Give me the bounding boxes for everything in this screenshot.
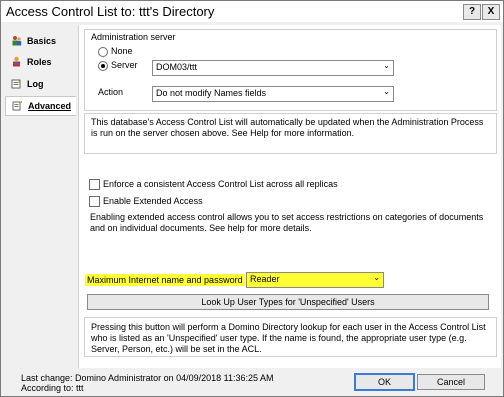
title-bar: Access Control List to: ttt's Directory … [1, 1, 503, 22]
log-icon [11, 79, 21, 89]
tab-roles-label: Roles [27, 57, 52, 67]
internet-access-label: Maximum Internet name and password [85, 274, 245, 286]
advanced-icon [12, 101, 22, 111]
action-select[interactable]: Do not modify Names fields ⌄ [152, 86, 394, 102]
tab-roles[interactable]: Roles [5, 53, 74, 71]
tab-advanced[interactable]: Advanced [5, 96, 76, 116]
footer: Last change: Domino Administrator on 04/… [1, 369, 503, 396]
tab-advanced-label: Advanced [28, 101, 72, 111]
chevron-down-icon: ⌄ [383, 87, 390, 96]
extended-info-text: Enabling extended access control allows … [90, 212, 484, 233]
internet-access-select[interactable]: Reader ⌄ [246, 272, 384, 288]
close-button[interactable]: X [482, 4, 500, 20]
chevron-down-icon: ⌄ [373, 273, 380, 282]
info-text: This database's Access Control List will… [91, 117, 484, 138]
last-change-text: Last change: Domino Administrator on 04/… [21, 373, 274, 383]
radio-server[interactable] [98, 61, 108, 71]
tab-log[interactable]: Log [5, 75, 74, 93]
lookup-info-box: Pressing this button will perform a Domi… [84, 317, 497, 357]
window-title: Access Control List to: ttt's Directory [6, 4, 215, 19]
tab-basics[interactable]: Basics [5, 32, 74, 50]
according-to-text: According to: ttt [21, 383, 84, 393]
sidebar: Basics Roles Log Advanced [3, 29, 77, 369]
action-select-value: Do not modify Names fields [156, 88, 267, 98]
action-label: Action [98, 87, 124, 97]
enforce-label: Enforce a consistent Access Control List… [103, 179, 338, 189]
radio-none[interactable] [98, 47, 108, 57]
tab-log-label: Log [27, 79, 44, 89]
radio-none-label: None [111, 46, 133, 56]
admin-server-group: Administration server None Server DOM03/… [84, 29, 497, 111]
server-select-value: DOM03/ttt [156, 62, 198, 72]
info-box: This database's Access Control List will… [84, 113, 497, 154]
extended-info: Enabling extended access control allows … [84, 208, 495, 234]
advanced-panel: Administration server None Server DOM03/… [78, 25, 501, 368]
extended-access-checkbox[interactable] [89, 196, 100, 207]
lookup-info-text: Pressing this button will perform a Domi… [91, 322, 486, 354]
help-button[interactable]: ? [463, 4, 481, 20]
lookup-user-types-button[interactable]: Look Up User Types for 'Unspecified' Use… [87, 294, 489, 310]
ok-button[interactable]: OK [354, 373, 415, 391]
cancel-button[interactable]: Cancel [417, 374, 485, 390]
tab-basics-label: Basics [27, 36, 57, 46]
enforce-checkbox[interactable] [89, 179, 100, 190]
roles-icon [13, 56, 20, 67]
extended-access-label: Enable Extended Access [103, 196, 203, 206]
chevron-down-icon: ⌄ [383, 61, 390, 70]
internet-access-value: Reader [250, 274, 280, 284]
people-icon [12, 36, 22, 46]
server-select[interactable]: DOM03/ttt ⌄ [152, 60, 394, 76]
admin-server-group-label: Administration server [91, 32, 176, 42]
acl-dialog: Access Control List to: ttt's Directory … [0, 0, 504, 397]
radio-server-label: Server [111, 60, 138, 70]
